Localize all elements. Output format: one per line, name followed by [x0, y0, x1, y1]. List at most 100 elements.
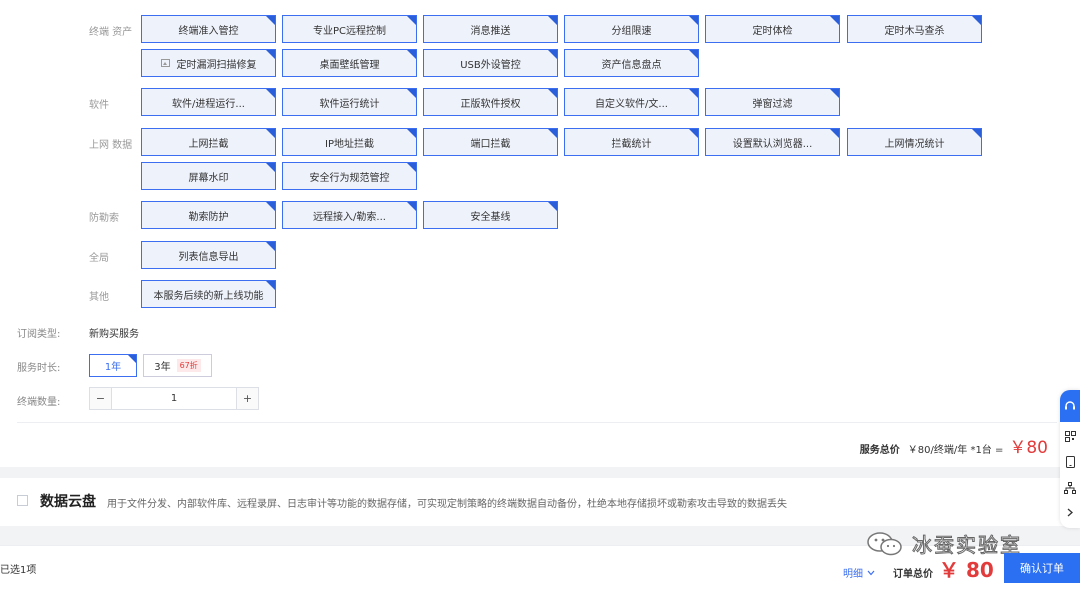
feature-chip-custom-software[interactable]: 自定义软件/文... [564, 88, 699, 116]
qr-code-icon[interactable] [1064, 430, 1076, 442]
chip-label: 上网拦截 [188, 138, 229, 150]
feature-chip-wallpaper-management[interactable]: 桌面壁纸管理 [282, 49, 417, 77]
feature-chip-ransomware-protection[interactable]: 勒索防护 [141, 201, 276, 229]
chip-label: 定时漏洞扫描修复 [176, 59, 257, 71]
category-label-software: 软件 [89, 100, 109, 111]
order-total-label: 订单总价 [893, 569, 933, 580]
feature-chip-default-browser[interactable]: 设置默认浏览器... [705, 128, 840, 156]
selected-count: 已选1项 [0, 565, 37, 576]
service-total-label: 服务总价 [859, 445, 900, 456]
decrement-button[interactable]: − [90, 388, 112, 409]
chip-label: 资产信息盘点 [601, 59, 662, 71]
chip-label: 安全行为规范管控 [309, 172, 390, 184]
feature-chip-ip-blocking[interactable]: IP地址拦截 [282, 128, 417, 156]
feature-chip-software-process-control[interactable]: 软件/进程运行... [141, 88, 276, 116]
feature-chip-web-blocking[interactable]: 上网拦截 [141, 128, 276, 156]
chip-label: 上网情况统计 [884, 138, 945, 150]
feature-chip-future-features[interactable]: 本服务后续的新上线功能 [141, 280, 276, 308]
cloud-disk-title: 数据云盘 [40, 494, 96, 510]
service-total-calc: ￥80/终端/年 *1台 = [907, 445, 1004, 456]
feature-chip-asset-inventory[interactable]: 资产信息盘点 [564, 49, 699, 77]
increment-button[interactable]: + [236, 388, 258, 409]
chip-label: 专业PC远程控制 [312, 25, 386, 37]
terminal-count-stepper: − 1 + [89, 387, 259, 410]
feature-chip-scheduled-trojan-scan[interactable]: 定时木马查杀 [847, 15, 982, 43]
feature-chip-list-export[interactable]: 列表信息导出 [141, 241, 276, 269]
feature-chip-group-speed-limit[interactable]: 分组限速 [564, 15, 699, 43]
divider [17, 422, 1057, 423]
feature-chip-software-usage-stats[interactable]: 软件运行统计 [282, 88, 417, 116]
cloud-disk-description: 用于文件分发、内部软件库、远程录屏、日志审计等功能的数据存储，可实现定制策略的终… [107, 499, 787, 510]
cloud-disk-checkbox[interactable] [17, 495, 28, 506]
headset-icon[interactable] [1060, 390, 1080, 422]
wechat-logo-icon [867, 531, 902, 555]
chip-label: 定时木马查杀 [884, 25, 945, 37]
cloud-disk-section: 数据云盘 用于文件分发、内部软件库、远程录屏、日志审计等功能的数据存储，可实现定… [0, 478, 1080, 526]
chip-label: 分组限速 [611, 25, 652, 37]
duration-option-text: 1年 [104, 362, 122, 373]
mobile-icon[interactable] [1064, 456, 1076, 468]
chip-label: 消息推送 [470, 25, 511, 37]
feature-chip-genuine-software-license[interactable]: 正版软件授权 [423, 88, 558, 116]
feature-chip-security-behavior[interactable]: 安全行为规范管控 [282, 162, 417, 190]
chip-label: 拦截统计 [611, 138, 652, 150]
feature-chip-pc-remote-control[interactable]: 专业PC远程控制 [282, 15, 417, 43]
floating-sidebar [1060, 390, 1080, 528]
chip-label: 本服务后续的新上线功能 [153, 290, 264, 302]
feature-chip-remote-access-ransom[interactable]: 远程接入/勒索... [282, 201, 417, 229]
feature-chip-port-blocking[interactable]: 端口拦截 [423, 128, 558, 156]
detail-link[interactable]: 明细 [843, 565, 875, 580]
feature-panel: 终端 资产 软件 上网 数据 防勒索 全局 其他 终端准入管控 专业PC远程控制… [0, 0, 1080, 467]
feature-chip-scheduled-vuln-fix[interactable]: 定时漏洞扫描修复 [141, 49, 276, 77]
order-total-price: ￥ 80 [939, 558, 994, 582]
feature-chip-scheduled-checkup[interactable]: 定时体检 [705, 15, 840, 43]
chip-label: 勒索防护 [188, 211, 229, 223]
service-total-price: ￥80 [1009, 438, 1048, 458]
chip-label: 远程接入/勒索... [313, 211, 386, 223]
detail-label: 明细 [843, 569, 863, 580]
category-label-other: 其他 [89, 292, 109, 303]
chip-label: 正版软件授权 [460, 98, 521, 110]
feature-chip-message-push[interactable]: 消息推送 [423, 15, 558, 43]
chip-label: USB外设管控 [460, 59, 521, 71]
order-footer: 已选1项 冰蚕实验室 明细 订单总价 ￥ 80 确认订单 [0, 531, 1080, 589]
chip-label: 设置默认浏览器... [732, 138, 813, 150]
chip-label: 终端准入管控 [178, 25, 239, 37]
sitemap-icon[interactable] [1064, 482, 1076, 494]
feature-chip-screen-watermark[interactable]: 屏幕水印 [141, 162, 276, 190]
chip-label: 安全基线 [470, 211, 511, 223]
feature-chip-popup-filter[interactable]: 弹窗过滤 [705, 88, 840, 116]
discount-badge: 67折 [176, 359, 201, 372]
chevron-down-icon [867, 570, 875, 575]
confirm-order-button[interactable]: 确认订单 [1004, 553, 1080, 583]
category-label-internet-data: 上网 数据 [89, 140, 133, 151]
chip-label: IP地址拦截 [325, 138, 374, 150]
duration-option-text: 3年 [154, 362, 171, 373]
feature-chip-web-usage-stats[interactable]: 上网情况统计 [847, 128, 982, 156]
chip-label: 软件运行统计 [319, 98, 380, 110]
chip-label: 弹窗过滤 [752, 98, 793, 110]
chip-label: 定时体检 [752, 25, 793, 37]
duration-option-3-years[interactable]: 3年 67折 [143, 354, 212, 377]
terminal-count-input[interactable]: 1 [112, 388, 236, 409]
chip-label: 自定义软件/文... [595, 98, 668, 110]
duration-option-1-year[interactable]: 1年 [89, 354, 137, 377]
chevron-right-icon[interactable] [1064, 506, 1076, 518]
chip-label: 列表信息导出 [178, 251, 239, 263]
feature-chip-terminal-access-control[interactable]: 终端准入管控 [141, 15, 276, 43]
chip-label: 桌面壁纸管理 [319, 59, 380, 71]
category-label-global: 全局 [89, 253, 109, 264]
chip-label: 屏幕水印 [188, 172, 229, 184]
feature-chip-block-stats[interactable]: 拦截统计 [564, 128, 699, 156]
duration-label: 服务时长: [17, 363, 61, 374]
image-placeholder-icon [160, 59, 170, 67]
chip-label: 端口拦截 [470, 138, 511, 150]
category-label-terminal-assets: 终端 资产 [89, 27, 133, 38]
service-total: 服务总价 ￥80/终端/年 *1台 = ￥80 [860, 433, 1048, 458]
subscription-type-label: 订阅类型: [17, 329, 61, 340]
category-label-anti-ransomware: 防勒索 [89, 213, 119, 224]
feature-chip-security-baseline[interactable]: 安全基线 [423, 201, 558, 229]
terminal-count-label: 终端数量: [17, 397, 61, 408]
feature-chip-usb-control[interactable]: USB外设管控 [423, 49, 558, 77]
chip-label: 软件/进程运行... [172, 98, 245, 110]
